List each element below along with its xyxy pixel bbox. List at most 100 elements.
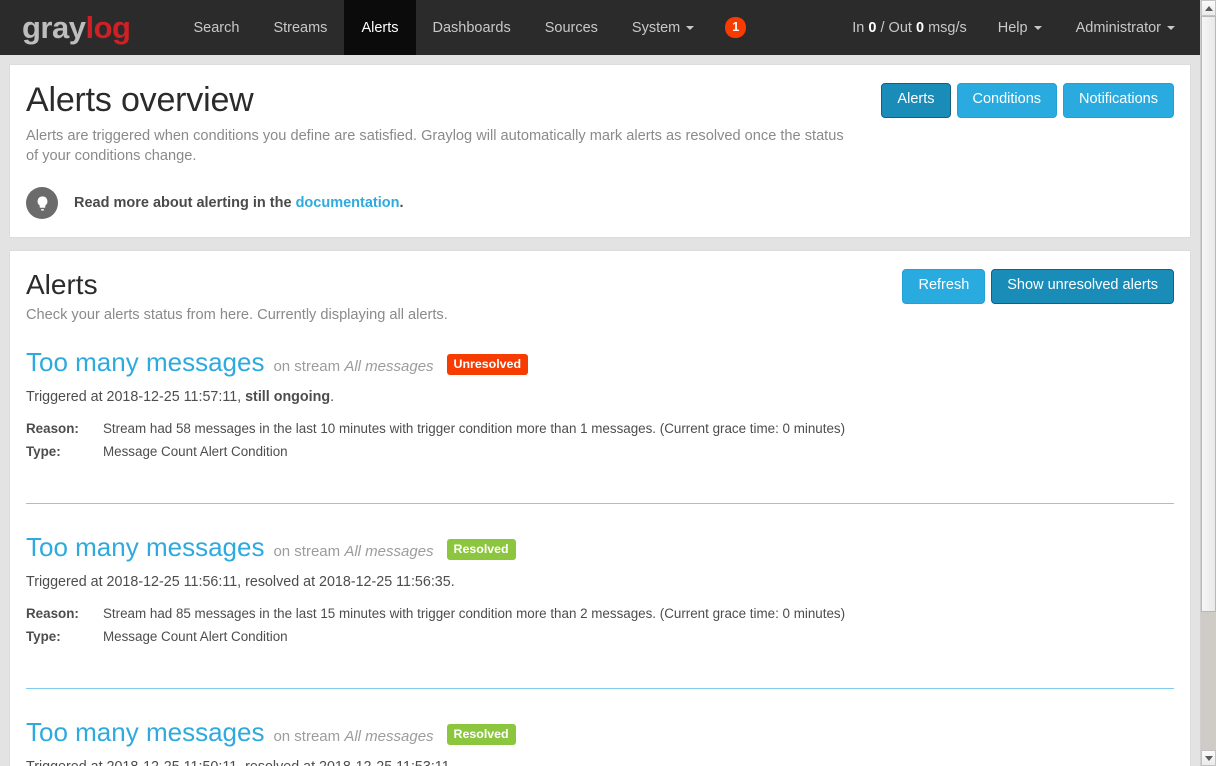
alerts-list-card: Alerts Check your alerts status from her… (9, 250, 1191, 766)
nav-item-system[interactable]: System (615, 0, 711, 55)
primary-nav: Search Streams Alerts Dashboards Sources… (176, 0, 711, 55)
page-content: Alerts overview Alerts are triggered whe… (0, 55, 1200, 766)
reason-label: Reason: (26, 421, 79, 437)
scroll-up-button[interactable] (1201, 0, 1216, 16)
status-badge: Resolved (446, 539, 516, 561)
nav-item-search[interactable]: Search (176, 0, 256, 55)
alerts-section-title: Alerts (26, 269, 98, 301)
chevron-up-icon (1204, 5, 1213, 11)
type-label: Type: (26, 444, 61, 460)
page-viewport: gray log Search Streams Alerts Dashboards… (0, 0, 1200, 766)
scroll-down-button[interactable] (1201, 750, 1216, 766)
nav-item-dashboards[interactable]: Dashboards (416, 0, 528, 55)
lightbulb-icon (26, 187, 58, 220)
alert-trigger-prefix: Triggered at 2018-12-25 11:57:11, (26, 389, 246, 406)
scrollbar-thumb[interactable] (1201, 16, 1216, 612)
throughput-out-value: 0 (915, 19, 925, 36)
status-badge: Unresolved (446, 354, 529, 376)
chevron-down-icon (1204, 755, 1213, 761)
throughput-indicator: In 0 / Out 0 msg/s (838, 0, 980, 55)
alert-details-table: Reason: Stream had 58 messages in the la… (26, 421, 845, 467)
alerts-list: Too many messages on stream All messages… (26, 347, 1174, 766)
nav-label-sources: Sources (544, 19, 598, 36)
nav-label-alerts: Alerts (361, 19, 399, 36)
alert-stream: on stream All messages (273, 728, 433, 745)
conditions-tab-button[interactable]: Conditions (956, 83, 1058, 118)
documentation-link[interactable]: documentation (296, 195, 400, 211)
alert-stream-name: All messages (344, 728, 434, 746)
alert-title-link[interactable]: Too many messages (26, 717, 264, 748)
alert-stream-prefix: on stream (273, 728, 341, 746)
chevron-down-icon (1033, 25, 1042, 30)
alert-stream-name: All messages (344, 543, 434, 561)
documentation-row: Read more about alerting in the document… (26, 187, 1174, 220)
documentation-prefix: Read more about alerting in the (74, 195, 296, 212)
throughput-in-value: 0 (868, 19, 877, 36)
notifications-tab-button[interactable]: Notifications (1063, 83, 1174, 118)
top-navbar: gray log Search Streams Alerts Dashboards… (0, 0, 1200, 55)
table-row: Reason: Stream had 58 messages in the la… (26, 421, 845, 444)
nav-item-administrator[interactable]: Administrator (1059, 0, 1192, 55)
nav-label-help: Help (997, 19, 1028, 36)
alert-entry: Too many messages on stream All messages… (26, 532, 1174, 652)
alerts-section-description: Check your alerts status from here. Curr… (26, 307, 448, 324)
table-row: Reason: Stream had 85 messages in the la… (26, 606, 845, 629)
type-label: Type: (26, 629, 61, 645)
reason-value: Stream had 58 messages in the last 10 mi… (103, 421, 846, 437)
nav-label-streams: Streams (273, 19, 328, 36)
alerts-overview-card: Alerts overview Alerts are triggered whe… (9, 64, 1191, 239)
alert-trigger-time: Triggered at 2018-12-25 11:57:11, still … (26, 389, 1174, 405)
show-unresolved-alerts-button[interactable]: Show unresolved alerts (991, 269, 1174, 305)
alerts-tab-button[interactable]: Alerts (881, 83, 951, 118)
alert-stream: on stream All messages (273, 543, 433, 560)
alert-title-link[interactable]: Too many messages (26, 532, 264, 563)
nav-label-administrator: Administrator (1075, 19, 1161, 36)
alert-stream-prefix: on stream (273, 358, 341, 376)
alert-title-link[interactable]: Too many messages (26, 347, 264, 378)
type-value: Message Count Alert Condition (103, 444, 288, 460)
documentation-suffix: . (399, 195, 404, 212)
page-scrollbar[interactable] (1200, 0, 1216, 766)
nav-item-help[interactable]: Help (981, 0, 1059, 55)
alert-stream-prefix: on stream (273, 543, 341, 561)
nav-item-streams[interactable]: Streams (256, 0, 344, 55)
alerts-button-group: Refresh Show unresolved alerts (902, 269, 1174, 305)
nav-label-system: System (631, 19, 681, 36)
secondary-nav: In 0 / Out 0 msg/s Help Administrator (838, 0, 1200, 55)
alert-trigger-bold: still ongoing (245, 389, 331, 406)
alert-entry: Too many messages on stream All messages… (26, 347, 1174, 467)
alert-stream: on stream All messages (273, 358, 433, 375)
nav-label-dashboards: Dashboards (432, 19, 511, 36)
graylog-logo[interactable]: gray log (0, 0, 148, 55)
nav-item-alerts[interactable]: Alerts (344, 0, 416, 55)
alert-trigger-prefix: Triggered at 2018-12-25 11:50:11, resolv… (26, 759, 454, 766)
overview-button-group: Alerts Conditions Notifications (881, 83, 1174, 118)
alert-entry: Too many messages on stream All messages… (26, 717, 1174, 766)
reason-value: Stream had 85 messages in the last 15 mi… (103, 606, 846, 622)
logo-text-log: log (85, 10, 131, 45)
alert-trigger-suffix: . (330, 389, 335, 406)
status-badge: Resolved (446, 724, 516, 746)
alert-separator (26, 688, 1174, 690)
logo-text-gray: gray (22, 10, 86, 45)
alert-details-table: Reason: Stream had 85 messages in the la… (26, 606, 845, 652)
table-row: Type: Message Count Alert Condition (26, 444, 845, 467)
alert-trigger-prefix: Triggered at 2018-12-25 11:56:11, resolv… (26, 574, 455, 591)
reason-label: Reason: (26, 606, 79, 622)
refresh-button[interactable]: Refresh (902, 269, 986, 305)
throughput-separator: / Out (880, 19, 912, 36)
chevron-down-icon (1167, 25, 1175, 30)
documentation-text: Read more about alerting in the document… (74, 195, 404, 211)
alert-separator (26, 503, 1174, 505)
type-value: Message Count Alert Condition (103, 629, 288, 645)
notification-count-badge[interactable]: 1 (725, 17, 747, 38)
alert-stream-name: All messages (344, 358, 434, 376)
table-row: Type: Message Count Alert Condition (26, 629, 845, 652)
throughput-in-label: In (852, 19, 865, 36)
page-title: Alerts overview (26, 81, 254, 119)
nav-label-search: Search (193, 19, 240, 36)
nav-item-sources[interactable]: Sources (528, 0, 615, 55)
chevron-down-icon (686, 25, 695, 30)
alert-trigger-time: Triggered at 2018-12-25 11:50:11, resolv… (26, 759, 1174, 766)
throughput-unit: msg/s (928, 19, 967, 36)
